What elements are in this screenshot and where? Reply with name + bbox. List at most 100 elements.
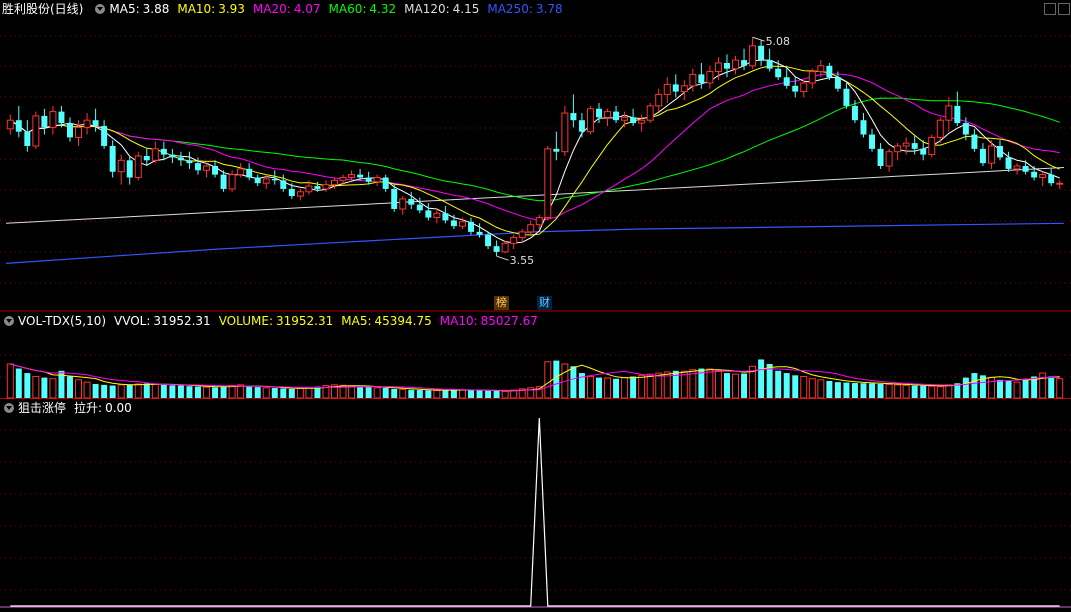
- volume-bar: [655, 372, 663, 399]
- badge-bang[interactable]: 榜: [494, 296, 509, 310]
- candle-body: [425, 210, 432, 218]
- candle-body: [775, 68, 782, 78]
- candle-body: [314, 186, 321, 189]
- volume-bar: [869, 383, 876, 398]
- candle-body: [596, 108, 602, 118]
- candle-body: [834, 77, 841, 89]
- volume-legend-label: MA5:: [341, 314, 372, 328]
- volume-bar: [936, 386, 944, 399]
- volume-bar: [493, 390, 500, 398]
- volume-bar: [604, 377, 612, 399]
- candle-body: [663, 83, 671, 95]
- volume-bar: [945, 384, 953, 399]
- volume-bar: [237, 384, 245, 399]
- volume-bar: [305, 387, 313, 399]
- volume-bar: [962, 377, 969, 398]
- volume-bar: [544, 361, 552, 399]
- candle-body: [365, 177, 372, 182]
- candle-body: [1031, 171, 1038, 178]
- volume-title: VOL-TDX(5,10): [18, 314, 107, 328]
- ma-legend-label: MA120:: [404, 2, 450, 16]
- indicator-settings-icon[interactable]: [4, 403, 14, 413]
- candle-body: [553, 148, 560, 152]
- window-maximize-icon[interactable]: [1058, 3, 1070, 15]
- candle-body: [928, 136, 936, 156]
- volume-legend-value: 85027.67: [480, 314, 538, 328]
- candle-body: [450, 220, 457, 227]
- volume-bar: [433, 390, 441, 399]
- candle-body: [296, 191, 304, 197]
- volume-bar: [220, 386, 227, 398]
- candle-body: [979, 148, 986, 164]
- window-restore-icon[interactable]: [1044, 3, 1056, 15]
- volume-bar: [877, 383, 884, 398]
- candle-body: [399, 198, 407, 210]
- volume-legend-item: MA5: 45394.75: [341, 314, 432, 328]
- volume-bar: [476, 390, 483, 398]
- candle-body: [894, 145, 902, 153]
- candle-body: [1022, 166, 1029, 172]
- candle-body: [134, 155, 142, 178]
- chart-canvas[interactable]: 5.08 3.55: [0, 0, 1071, 612]
- settings-dropdown-icon[interactable]: [95, 4, 106, 14]
- low-marker: [496, 255, 509, 261]
- volume-bar: [117, 384, 125, 399]
- candle-body: [714, 62, 722, 73]
- candle-body: [621, 116, 629, 121]
- candle-body: [869, 134, 876, 149]
- volume-bar: [501, 390, 509, 399]
- candle-body: [1013, 165, 1021, 170]
- candle-body: [186, 160, 193, 164]
- volume-bar: [186, 386, 193, 398]
- price-panel-header: 胜利股份(日线) MA5: 3.88 MA10: 3.93 MA20: 4.07 MA60:…: [0, 0, 571, 18]
- volume-bar: [203, 386, 210, 399]
- ma-legend-value: 3.88: [142, 2, 170, 16]
- candle-body: [911, 143, 918, 149]
- candle-body: [527, 224, 535, 233]
- candle-body: [783, 77, 790, 86]
- candle-body: [288, 188, 295, 197]
- candle-body: [1048, 174, 1055, 184]
- volume-bar: [271, 388, 278, 398]
- volume-bar: [817, 379, 825, 399]
- candle-body: [348, 174, 356, 178]
- candle-body: [741, 60, 748, 66]
- ma-legend: MA5: 3.88 MA10: 3.93 MA20: 4.07 MA60: 4.32 MA120…: [109, 0, 570, 18]
- volume-bar: [101, 384, 108, 398]
- volume-legend-label: VOLUME:: [218, 314, 273, 328]
- candle-body: [92, 120, 99, 126]
- volume-bar: [160, 384, 167, 398]
- ma-legend-value: 4.32: [369, 2, 397, 16]
- volume-bar: [408, 389, 415, 398]
- ma-legend-item: MA250: 3.78: [487, 2, 562, 16]
- volume-bar: [246, 386, 253, 398]
- candle-body: [237, 168, 245, 176]
- candle-body: [262, 178, 270, 184]
- volume-legend-value: 31952.31: [275, 314, 334, 328]
- badge-cai[interactable]: 财: [537, 296, 552, 310]
- volume-bar: [630, 376, 637, 398]
- volume-bar: [485, 390, 492, 398]
- volume-bar: [1022, 378, 1029, 398]
- volume-bar: [177, 385, 184, 398]
- candle-body: [826, 65, 833, 78]
- volume-bar: [382, 388, 389, 398]
- candle-body: [544, 148, 552, 219]
- candle-body: [698, 74, 705, 83]
- candle-body: [954, 105, 961, 124]
- stock-name: 胜利股份(日线): [2, 2, 84, 16]
- candle-body: [458, 221, 466, 227]
- candle-body: [501, 242, 509, 253]
- volume-bar: [416, 390, 423, 398]
- volume-bar: [83, 381, 91, 399]
- volume-bar: [714, 370, 722, 399]
- candle-body: [962, 123, 969, 135]
- volume-settings-icon[interactable]: [4, 316, 14, 326]
- candle-body: [646, 105, 654, 121]
- candle-body: [485, 234, 492, 247]
- volume-ma5-line: [10, 363, 1060, 392]
- volume-bar: [775, 370, 782, 398]
- candle-body: [936, 119, 944, 138]
- candle-body: [212, 166, 219, 175]
- volume-legend-value: 45394.75: [374, 314, 432, 328]
